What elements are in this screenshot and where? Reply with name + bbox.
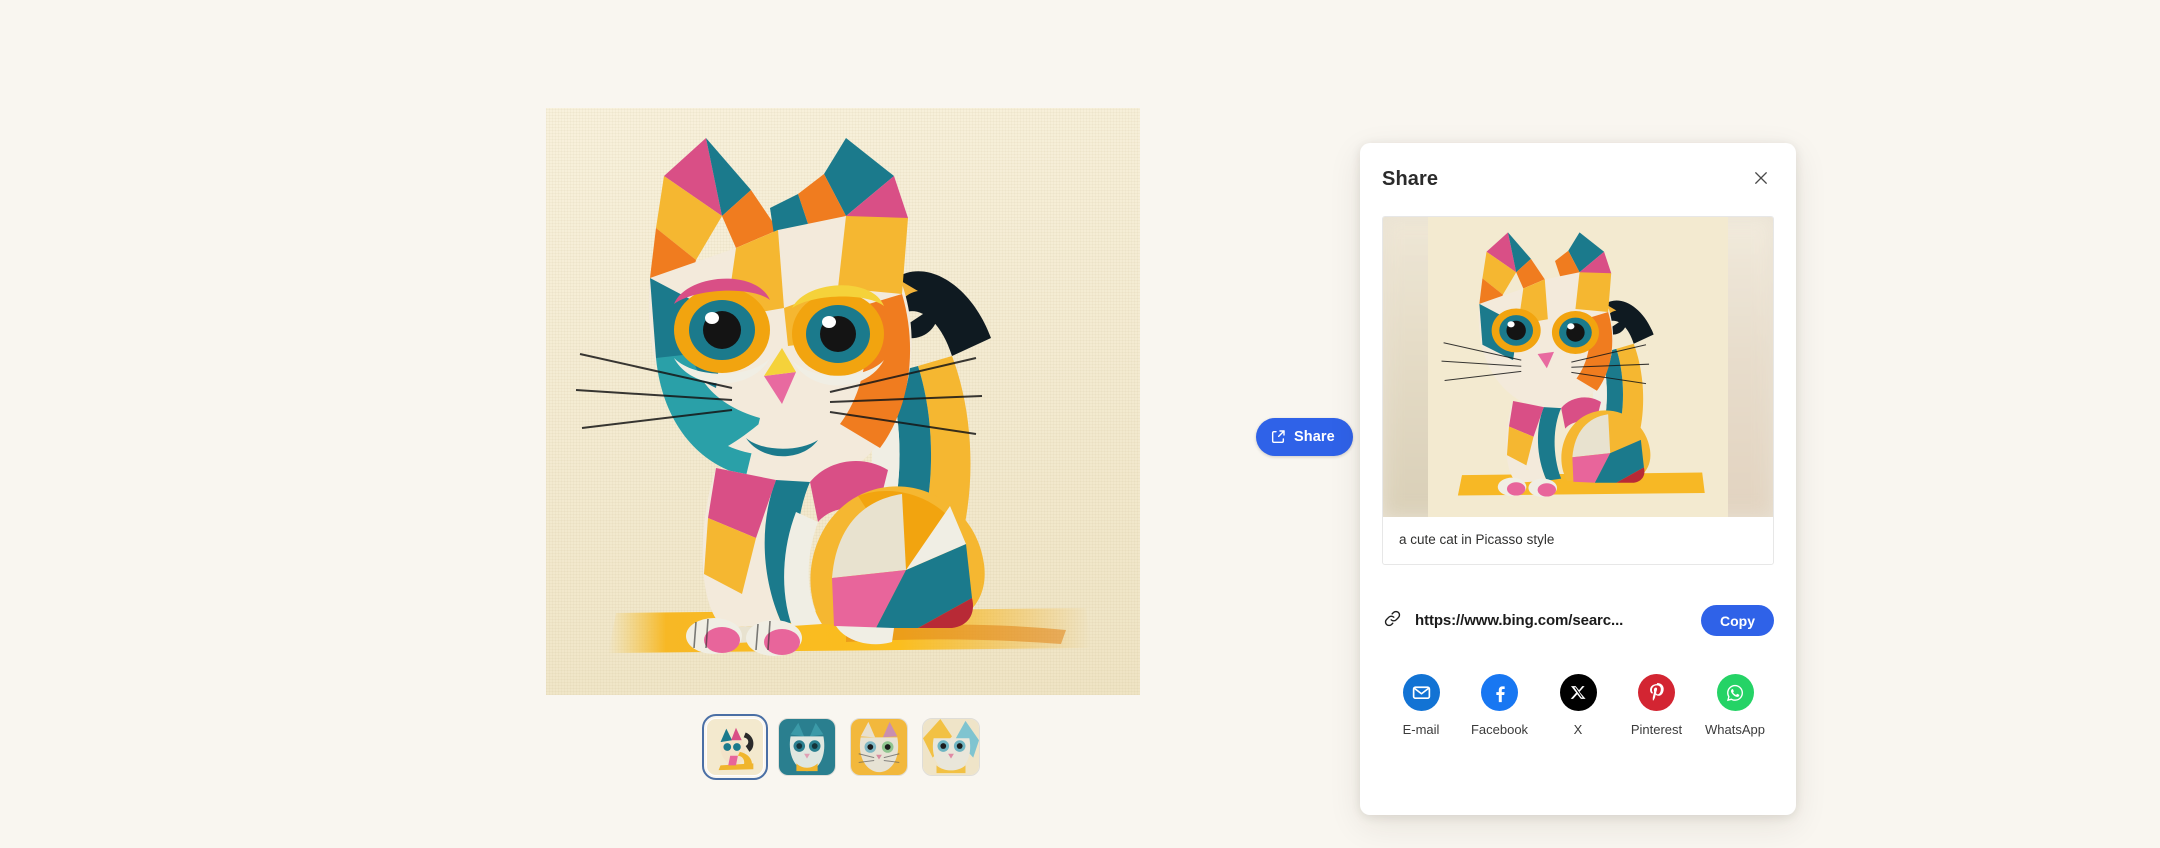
link-icon <box>1382 608 1403 634</box>
copy-button[interactable]: Copy <box>1701 605 1774 637</box>
thumbnail-image <box>707 719 763 775</box>
close-icon <box>1752 169 1770 190</box>
share-preview-image <box>1383 217 1773 517</box>
thumbnail-image <box>923 719 979 775</box>
social-share-row: E-mail Facebook X Pinterest WhatsApp <box>1384 674 1772 737</box>
social-label: Pinterest <box>1630 722 1683 738</box>
thumbnail-item[interactable] <box>702 714 768 780</box>
share-panel-header: Share <box>1360 143 1796 216</box>
preview-artwork <box>1426 217 1730 517</box>
social-share-whatsapp[interactable]: WhatsApp <box>1698 674 1772 737</box>
whatsapp-icon <box>1716 674 1754 712</box>
facebook-icon <box>1481 674 1518 712</box>
thumbnail-image <box>779 719 835 775</box>
share-link-row: https://www.bing.com/searc... Copy <box>1382 605 1774 637</box>
close-button[interactable] <box>1746 165 1776 195</box>
social-label: X <box>1573 722 1583 738</box>
x-icon <box>1559 674 1597 712</box>
share-button[interactable]: Share <box>1256 418 1353 456</box>
social-share-pinterest[interactable]: Pinterest <box>1620 674 1694 737</box>
share-panel: Share a cute cat in Picasso style https:… <box>1360 143 1796 815</box>
share-icon <box>1270 429 1286 445</box>
thumbnail-item[interactable] <box>922 718 980 776</box>
thumbnail-item[interactable] <box>778 718 836 776</box>
share-link-url: https://www.bing.com/searc... <box>1415 612 1624 630</box>
social-label: Facebook <box>1470 722 1529 738</box>
email-icon <box>1402 674 1440 712</box>
share-preview-card: a cute cat in Picasso style <box>1382 216 1774 566</box>
social-share-facebook[interactable]: Facebook <box>1463 674 1537 737</box>
social-share-x[interactable]: X <box>1541 674 1615 737</box>
social-share-email[interactable]: E-mail <box>1384 674 1458 737</box>
thumbnail-image <box>851 719 907 775</box>
share-panel-title: Share <box>1382 168 1439 190</box>
thumbnail-item[interactable] <box>850 718 908 776</box>
main-image-viewer[interactable] <box>546 108 1140 695</box>
thumbnail-strip[interactable] <box>546 712 1140 782</box>
social-label: E-mail <box>1402 722 1440 738</box>
pinterest-icon <box>1638 674 1675 712</box>
share-preview-caption: a cute cat in Picasso style <box>1399 532 1555 547</box>
share-button-label: Share <box>1294 429 1335 445</box>
preview-cubist-cat <box>1426 217 1730 517</box>
social-label: WhatsApp <box>1705 722 1765 738</box>
cubist-cat-artwork <box>575 138 1091 656</box>
